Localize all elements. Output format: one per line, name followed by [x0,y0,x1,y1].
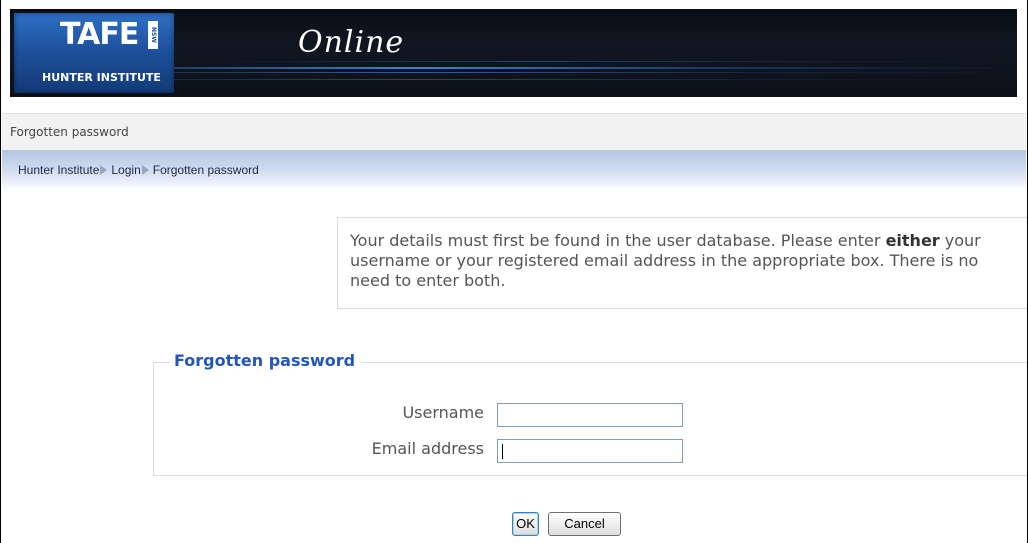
site-title: Online [298,25,405,60]
forgotten-password-fieldset: Forgotten password Username Email addres… [153,351,1027,476]
page-frame: TAFE NSW HUNTER INSTITUTE Online Forgott… [0,0,1028,543]
fieldset-legend: Forgotten password [170,351,362,370]
page-title: Forgotten password [10,125,129,139]
breadcrumb-item-current: Forgotten password [152,163,259,177]
breadcrumb: Hunter Institute Login Forgotten password [2,150,1026,190]
text-caret [502,444,503,459]
email-label: Email address [371,439,484,458]
instructions-emphasis: either [885,231,940,250]
header-banner: TAFE NSW HUNTER INSTITUTE Online [10,9,1017,97]
breadcrumb-item-login[interactable]: Login [111,163,140,177]
cancel-button[interactable]: Cancel [548,512,621,536]
tafe-logo[interactable]: TAFE NSW HUNTER INSTITUTE [14,13,174,93]
breadcrumb-separator-icon [100,165,108,175]
instructions-text-part: Your details must first be found in the … [350,231,886,250]
logo-subtitle: HUNTER INSTITUTE [42,71,161,84]
logo-nsw-mark: NSW [148,21,158,49]
ok-button[interactable]: OK [512,512,539,536]
username-input[interactable] [497,403,683,427]
page-title-bar: Forgotten password [2,113,1026,151]
breadcrumb-item-hunter-institute[interactable]: Hunter Institute [18,163,99,177]
banner-streak [210,61,1017,62]
instructions-box: Your details must first be found in the … [337,217,1027,309]
logo-text: TAFE [60,17,139,52]
breadcrumb-trail: Hunter Institute Login Forgotten password [18,163,259,177]
email-input[interactable] [497,439,683,463]
breadcrumb-separator-icon [141,165,149,175]
instructions-text: Your details must first be found in the … [350,231,1010,291]
username-label: Username [402,403,484,422]
